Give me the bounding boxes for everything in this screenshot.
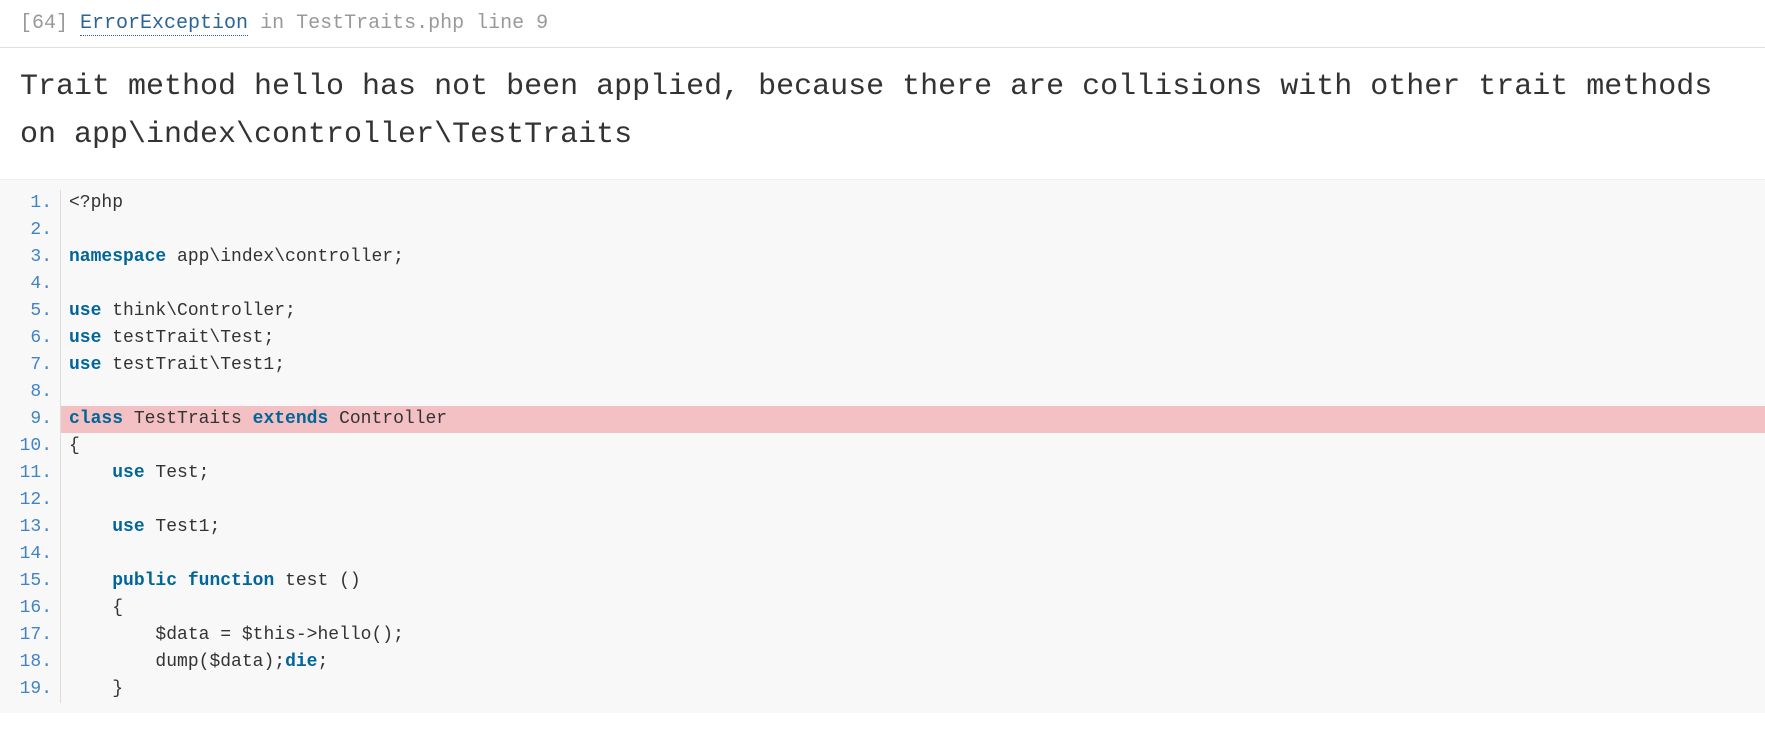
- code-line: 14.: [0, 541, 1765, 568]
- error-message: Trait method hello has not been applied,…: [0, 48, 1765, 180]
- code-line: 2.: [0, 217, 1765, 244]
- line-content: use think\Controller;: [60, 298, 1765, 325]
- line-number: 14.: [0, 541, 60, 568]
- error-header: [64] ErrorException in TestTraits.php li…: [0, 0, 1765, 48]
- line-number: 1.: [0, 190, 60, 217]
- code-line: 10.{: [0, 433, 1765, 460]
- code-line: 11. use Test;: [0, 460, 1765, 487]
- line-number: 5.: [0, 298, 60, 325]
- code-line: 12.: [0, 487, 1765, 514]
- code-line: 13. use Test1;: [0, 514, 1765, 541]
- line-number: 11.: [0, 460, 60, 487]
- line-number: 17.: [0, 622, 60, 649]
- line-number: 10.: [0, 433, 60, 460]
- line-number: 8.: [0, 379, 60, 406]
- code-block: 1.<?php2. 3.namespace app\index\controll…: [0, 180, 1765, 713]
- in-text: in: [248, 12, 296, 35]
- line-number: 4.: [0, 271, 60, 298]
- line-number: 16.: [0, 595, 60, 622]
- line-content: {: [60, 595, 1765, 622]
- code-line: 4.: [0, 271, 1765, 298]
- code-line: 6.use testTrait\Test;: [0, 325, 1765, 352]
- line-number: 19.: [0, 676, 60, 703]
- line-number: 9.: [0, 406, 60, 433]
- code-line: 17. $data = $this->hello();: [0, 622, 1765, 649]
- line-content: [60, 487, 1765, 514]
- line-content: public function test (): [60, 568, 1765, 595]
- exception-link[interactable]: ErrorException: [80, 12, 248, 36]
- code-line: 15. public function test (): [0, 568, 1765, 595]
- line-content: }: [60, 676, 1765, 703]
- line-number: 13.: [0, 514, 60, 541]
- line-number: 7.: [0, 352, 60, 379]
- line-content: use testTrait\Test;: [60, 325, 1765, 352]
- line-content: use testTrait\Test1;: [60, 352, 1765, 379]
- line-number: 18.: [0, 649, 60, 676]
- line-content: $data = $this->hello();: [60, 622, 1765, 649]
- line-content: <?php: [60, 190, 1765, 217]
- code-line: 8.: [0, 379, 1765, 406]
- line-content: dump($data);die;: [60, 649, 1765, 676]
- line-content: {: [60, 433, 1765, 460]
- line-number: 2.: [0, 217, 60, 244]
- code-line: 3.namespace app\index\controller;: [0, 244, 1765, 271]
- line-content: namespace app\index\controller;: [60, 244, 1765, 271]
- line-content: class TestTraits extends Controller: [60, 406, 1765, 433]
- code-line: 19. }: [0, 676, 1765, 703]
- code-line: 7.use testTrait\Test1;: [0, 352, 1765, 379]
- line-number: 12.: [0, 487, 60, 514]
- line-content: [60, 271, 1765, 298]
- error-code: [64]: [20, 12, 68, 35]
- line-number: 6.: [0, 325, 60, 352]
- code-line: 1.<?php: [0, 190, 1765, 217]
- line-content: use Test1;: [60, 514, 1765, 541]
- code-line: 16. {: [0, 595, 1765, 622]
- code-line: 9.class TestTraits extends Controller: [0, 406, 1765, 433]
- line-content: use Test;: [60, 460, 1765, 487]
- code-line: 18. dump($data);die;: [0, 649, 1765, 676]
- line-content: [60, 217, 1765, 244]
- line-number: 3.: [0, 244, 60, 271]
- line-number: 15.: [0, 568, 60, 595]
- line-content: [60, 379, 1765, 406]
- code-line: 5.use think\Controller;: [0, 298, 1765, 325]
- line-content: [60, 541, 1765, 568]
- file-line: TestTraits.php line 9: [296, 12, 548, 35]
